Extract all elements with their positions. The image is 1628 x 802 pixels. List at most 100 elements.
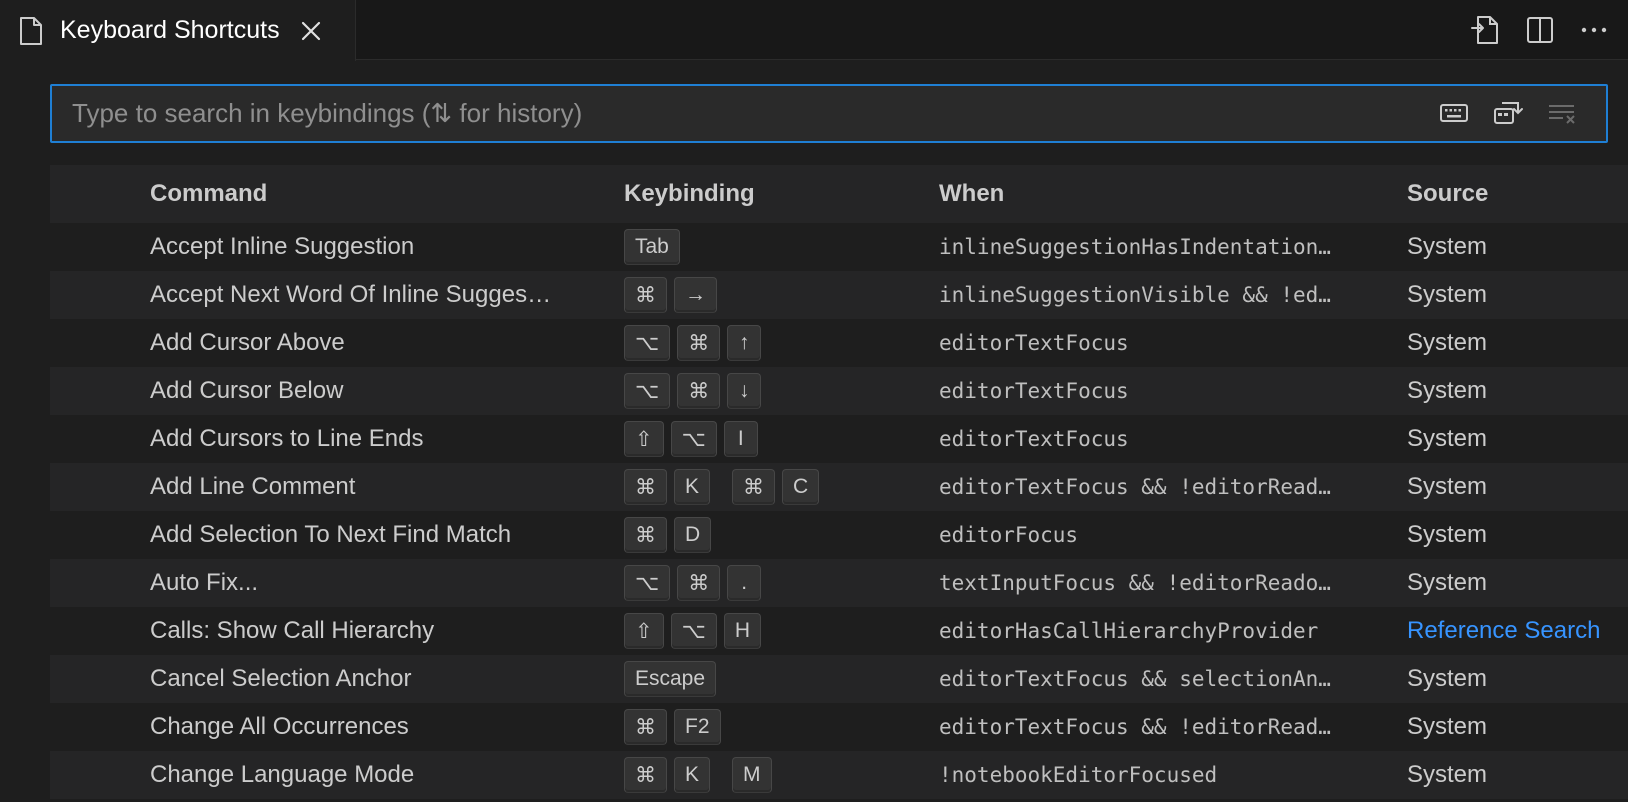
key-badge: ⌥ xyxy=(624,373,671,409)
key-badge: ⌘ xyxy=(624,709,667,745)
file-icon xyxy=(20,16,42,45)
key-badge: I xyxy=(723,421,758,457)
table-row[interactable]: Auto Fix... ⌥ ⌘. textInputFocus && !editorR… xyxy=(50,559,1628,607)
sort-by-precedence-icon[interactable] xyxy=(1488,93,1528,133)
when-cell: !notebookEditorFocused xyxy=(939,751,1425,799)
command-label: Cancel Selection Anchor xyxy=(150,665,412,692)
tab-keyboard-shortcuts[interactable]: Keyboard Shortcuts xyxy=(0,0,356,61)
table-row[interactable]: Cancel Selection Anchor Escape editorTextF… xyxy=(50,655,1628,703)
table-row[interactable]: Change Language Mode ⌘ K M !notebookEditorFo… xyxy=(50,751,1628,799)
keybinding-cell[interactable]: ⌘ F2 xyxy=(624,703,924,751)
source-cell: System xyxy=(1407,473,1488,500)
header-source[interactable]: Source xyxy=(1407,165,1488,223)
tab-title: Keyboard Shortcuts xyxy=(60,16,280,44)
table-row[interactable]: Add Cursor Above ⌥ ⌘ ↑ editorTextFocus System xyxy=(50,319,1628,367)
key-badge: ⌥ xyxy=(624,325,671,361)
table-row[interactable]: Accept Inline Suggestion Tab inlineSuggest… xyxy=(50,223,1628,271)
tab-bar: Keyboard Shortcuts xyxy=(0,0,1628,61)
table-row[interactable]: Add Line Comment ⌘ K ⌘ C editorTextFocus && !… xyxy=(50,463,1628,511)
key-badge: K xyxy=(674,469,711,505)
key-badge: ⌘ xyxy=(677,373,721,409)
command-label: Auto Fix... xyxy=(150,569,259,596)
keybinding-cell[interactable]: ⌘ K M xyxy=(624,751,924,799)
source-cell: System xyxy=(1407,665,1488,692)
key-badge: → xyxy=(674,277,717,313)
clear-search-icon[interactable] xyxy=(1542,93,1582,133)
key-badge: ⌥ xyxy=(624,565,671,601)
when-expression: editorTextFocus && !editorRead… xyxy=(939,715,1331,739)
split-editor-icon[interactable] xyxy=(1520,10,1560,50)
more-actions-icon[interactable] xyxy=(1574,10,1614,50)
command-cell: Add Selection To Next Find Match xyxy=(150,511,610,559)
when-expression: inlineSuggestionVisible && !ed… xyxy=(939,283,1331,307)
source-cell: System xyxy=(1407,281,1488,308)
source-cell: System xyxy=(1407,233,1488,260)
editor-actions xyxy=(1466,10,1614,50)
header-keybinding[interactable]: Keybinding xyxy=(624,165,755,223)
command-label: Add Cursor Above xyxy=(150,329,345,356)
table-row[interactable]: Add Selection To Next Find Match ⌘ Deditor… xyxy=(50,511,1628,559)
source-cell: System xyxy=(1407,425,1488,452)
key-badge: ⌘ xyxy=(677,565,721,601)
source-cell: System xyxy=(1407,761,1488,788)
open-json-icon[interactable] xyxy=(1466,10,1506,50)
key-badge: ⌘ xyxy=(624,757,667,793)
keybinding-cell[interactable]: ⌘ D xyxy=(624,511,924,559)
key-badge: M xyxy=(732,757,772,793)
key-badge: ⇧ xyxy=(624,613,664,649)
when-expression: editorTextFocus xyxy=(939,379,1129,403)
keybinding-cell[interactable]: ⇧ ⌥ H xyxy=(624,607,924,655)
keybinding-cell[interactable]: ⌘ K ⌘ C xyxy=(624,463,924,511)
search-input[interactable] xyxy=(52,86,1432,141)
source-link[interactable]: Reference Search xyxy=(1407,607,1628,655)
keybinding-cell[interactable]: Escape xyxy=(624,655,924,703)
keybinding-cell[interactable]: ⌘ → xyxy=(624,271,924,319)
command-label: Calls: Show Call Hierarchy xyxy=(150,617,435,644)
when-expression: editorTextFocus && !editorRead… xyxy=(939,475,1331,499)
table-body: Accept Inline Suggestion Tab inlineSuggest… xyxy=(50,223,1628,799)
keybinding-cell[interactable]: ⌥ ⌘ ↑ xyxy=(624,319,924,367)
table-row[interactable]: Change All Occurrences ⌘ F2 editorTextFocus… xyxy=(50,703,1628,751)
command-label: Accept Next Word Of Inline Sugges… xyxy=(150,281,552,308)
header-when[interactable]: When xyxy=(939,165,1004,223)
keybinding-cell[interactable]: ⌥ ⌘. xyxy=(624,559,924,607)
command-cell: Calls: Show Call Hierarchy xyxy=(150,607,610,655)
table-row[interactable]: Accept Next Word Of Inline Sugges… ⌘ → inli… xyxy=(50,271,1628,319)
key-badge: ⌥ xyxy=(670,421,717,457)
key-badge: ⇧ xyxy=(624,421,664,457)
keybinding-cell[interactable]: ⌥ ⌘ ↓ xyxy=(624,367,924,415)
key-badge: H xyxy=(723,613,761,649)
command-cell: Add Cursor Above xyxy=(150,319,610,367)
table-row[interactable]: Calls: Show Call Hierarchy ⇧ ⌥ HeditorHasCa… xyxy=(50,607,1628,655)
command-label: Add Selection To Next Find Match xyxy=(150,521,512,548)
close-icon[interactable] xyxy=(298,18,324,44)
when-cell: editorTextFocus && selectionAn… xyxy=(939,655,1425,703)
key-badge: ↑ xyxy=(727,325,762,361)
key-badge: ⌘ xyxy=(624,469,667,505)
when-expression: textInputFocus && !editorReado… xyxy=(939,571,1331,595)
keybinding-cell[interactable]: ⇧ ⌥ I xyxy=(624,415,924,463)
key-badge: ↓ xyxy=(727,373,762,409)
key-badge: D xyxy=(674,517,712,553)
key-badge: . xyxy=(727,565,762,601)
when-cell: inlineSuggestionHasIndentation… xyxy=(939,223,1425,271)
key-badge: K xyxy=(674,757,711,793)
keybinding-cell[interactable]: Tab xyxy=(624,223,924,271)
when-cell: editorTextFocus xyxy=(939,367,1425,415)
key-badge: Escape xyxy=(624,661,717,697)
command-label: Change Language Mode xyxy=(150,761,415,788)
command-label: Change All Occurrences xyxy=(150,713,409,740)
key-badge: ⌘ xyxy=(677,325,721,361)
key-badge: ⌥ xyxy=(670,613,717,649)
table-row[interactable]: Add Cursor Below ⌥ ⌘ ↓ editorTextFocus System xyxy=(50,367,1628,415)
key-badge: Tab xyxy=(624,229,680,265)
keybindings-table: Command Keybinding When Source Accept In… xyxy=(50,165,1628,799)
when-expression: editorTextFocus xyxy=(939,427,1129,451)
when-cell: editorTextFocus && !editorRead… xyxy=(939,703,1425,751)
command-label: Accept Inline Suggestion xyxy=(150,233,415,260)
header-command[interactable]: Command xyxy=(150,165,267,223)
table-row[interactable]: Add Cursors to Line Ends ⇧ ⌥ IeditorTextFoc… xyxy=(50,415,1628,463)
keyboard-icon[interactable] xyxy=(1434,93,1474,133)
command-cell: Add Line Comment xyxy=(150,463,610,511)
when-cell: editorTextFocus xyxy=(939,319,1425,367)
